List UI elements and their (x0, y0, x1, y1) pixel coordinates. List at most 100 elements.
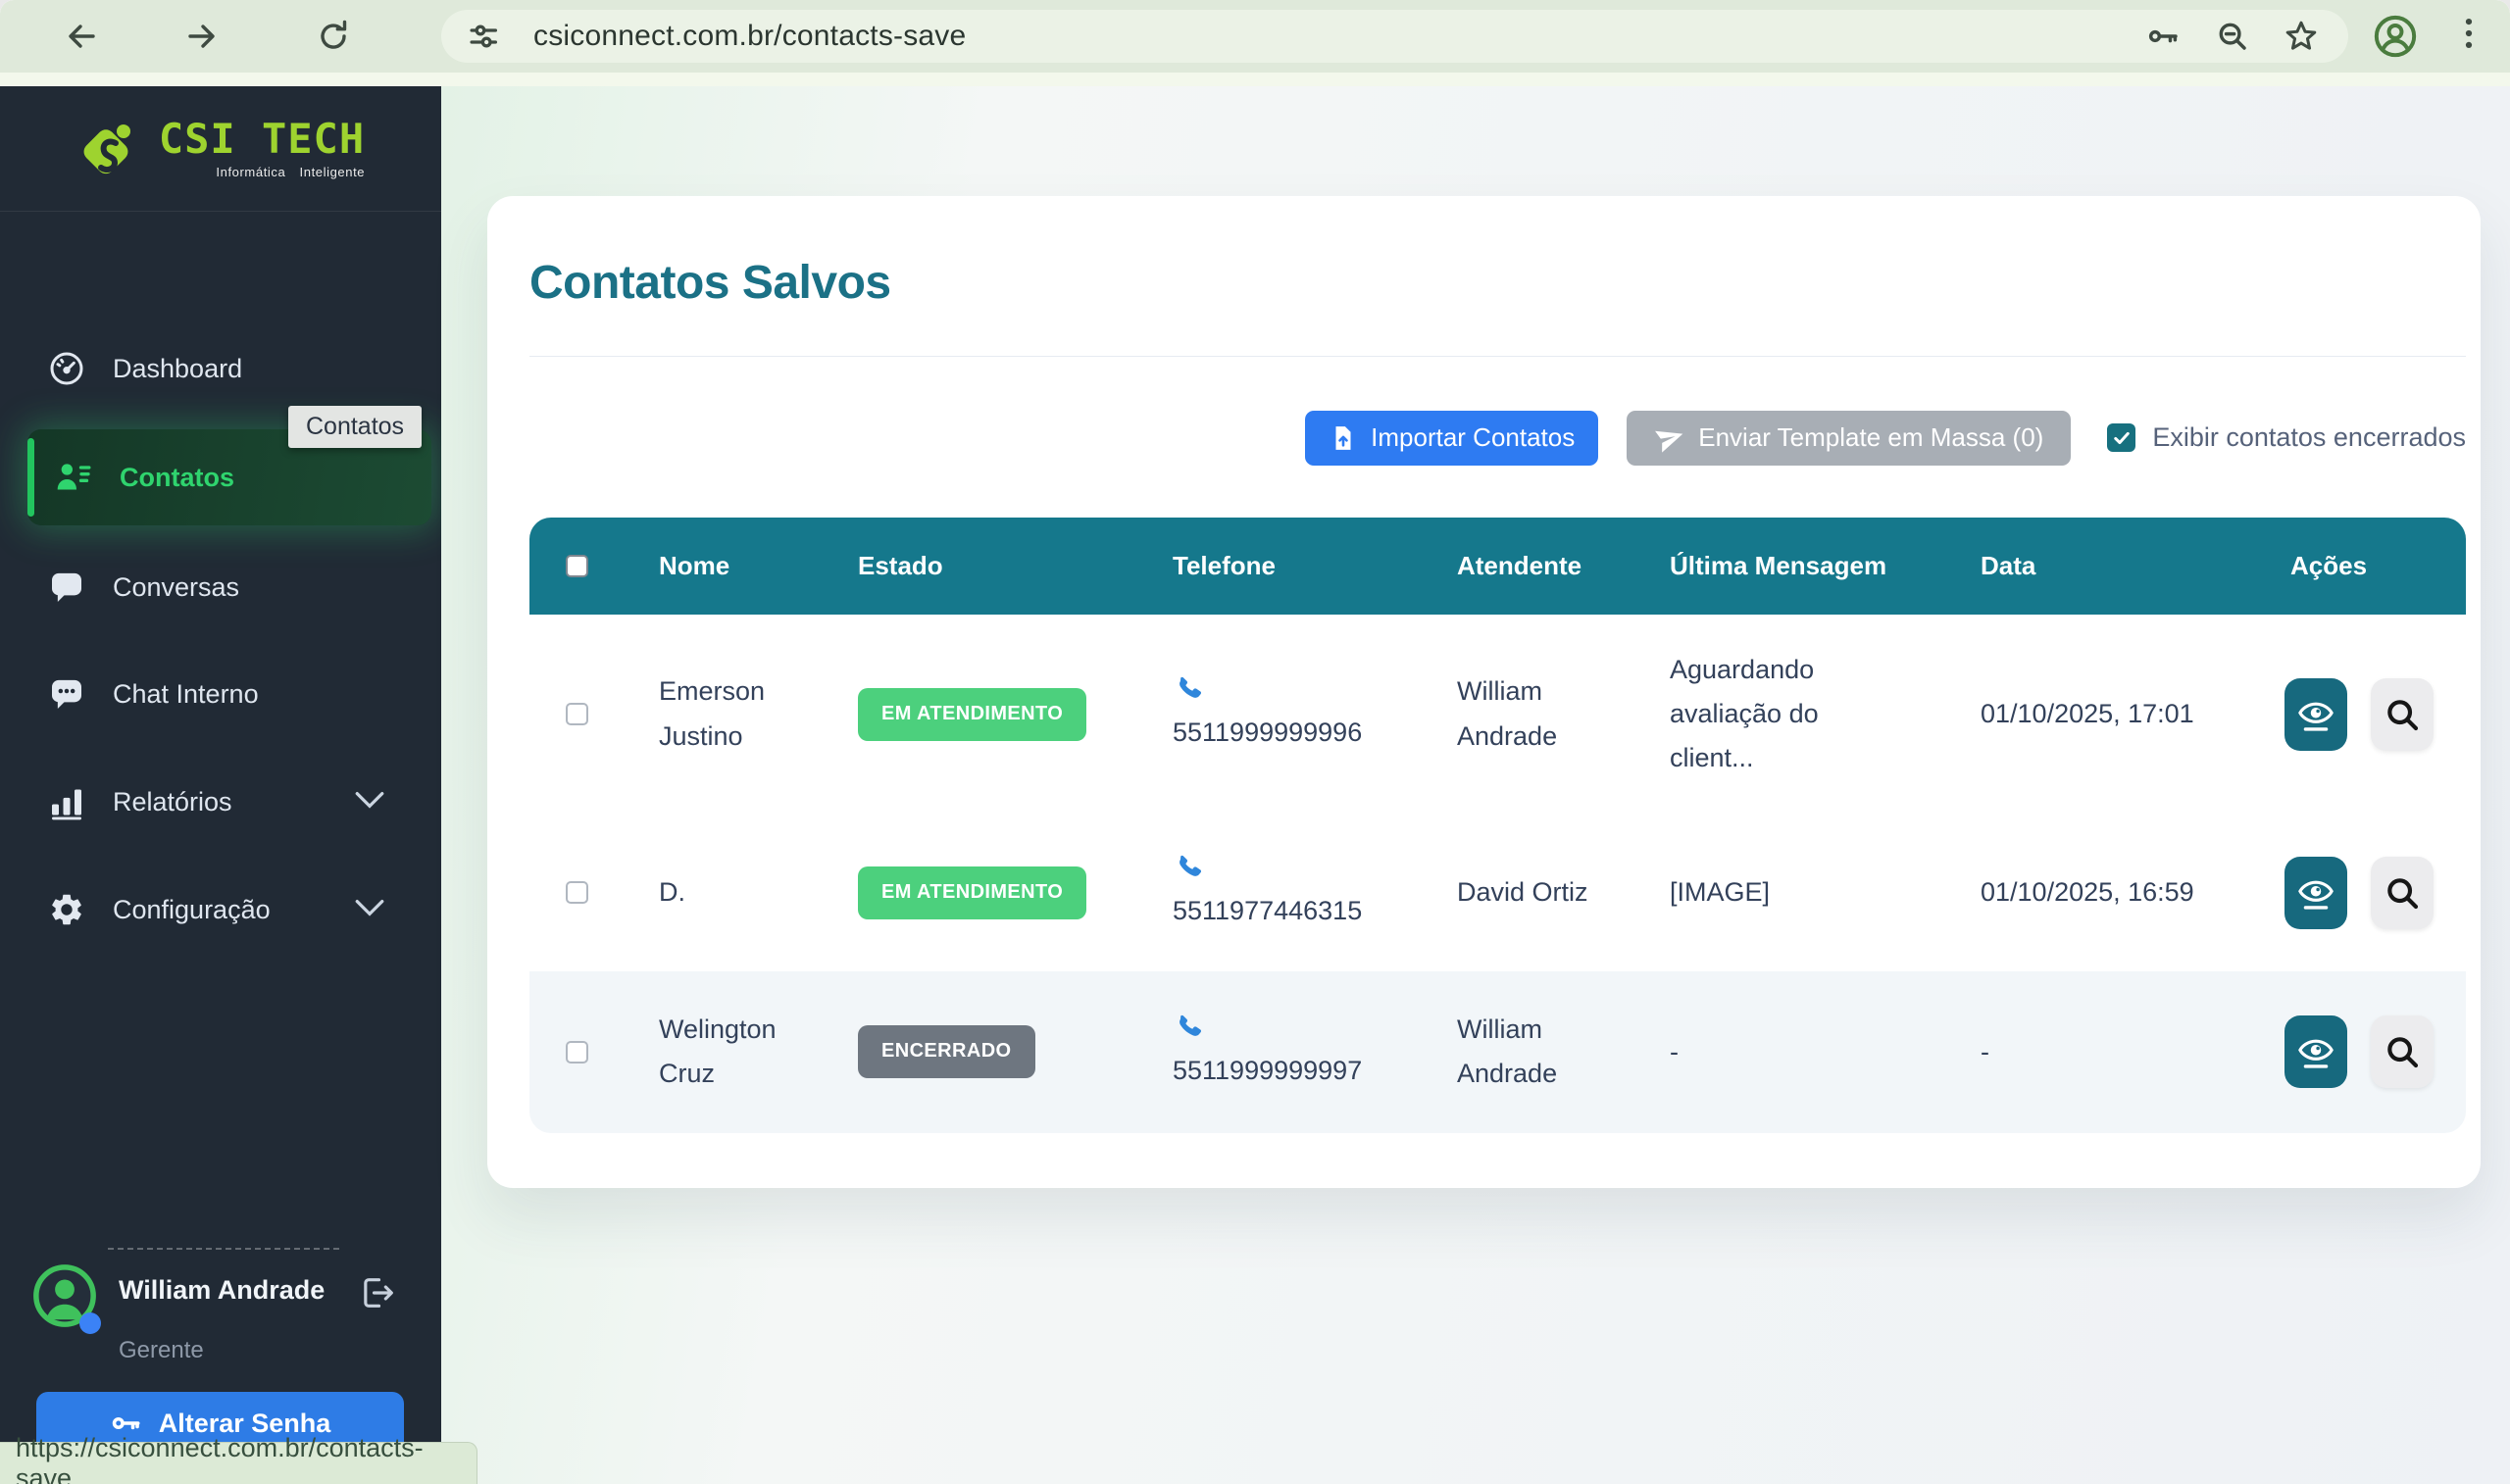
chat-bubble-icon (47, 568, 86, 607)
sidebar-item-label: Relatórios (113, 787, 232, 817)
back-arrow-icon (59, 15, 102, 58)
address-bar[interactable]: csiconnect.com.br/contacts-save (441, 10, 2348, 63)
contact-name: Emerson Justino (659, 669, 821, 759)
reload-icon (312, 15, 355, 58)
sidebar-item-configuracao[interactable]: Configuração (0, 878, 441, 941)
show-closed-checkbox[interactable] (2107, 423, 2135, 452)
send-bulk-template-button[interactable]: Enviar Template em Massa (0) (1627, 411, 2071, 466)
contacts-table: Nome Estado Telefone Atendente Última Me… (529, 518, 2466, 1133)
last-message: [IMAGE] (1670, 870, 1856, 915)
page-title: Contatos Salvos (529, 257, 2466, 310)
send-bulk-template-label: Enviar Template em Massa (0) (1698, 422, 2043, 453)
table-row: Welington Cruz ENCERRADO 5511999999997 W… (529, 971, 2466, 1133)
sidebar-item-relatorios[interactable]: Relatórios (0, 770, 441, 833)
table-header-row: Nome Estado Telefone Atendente Última Me… (529, 518, 2466, 615)
contatos-tooltip: Contatos (288, 406, 422, 448)
import-file-icon (1329, 423, 1358, 453)
show-closed-label: Exibir contatos encerrados (2152, 422, 2466, 453)
contact-date: 01/10/2025, 17:01 (1981, 692, 2284, 736)
phone-icon (1173, 673, 1204, 705)
zoom-out-icon[interactable] (2215, 19, 2250, 54)
password-key-icon[interactable] (2146, 19, 2182, 54)
search-icon (2383, 695, 2422, 734)
logo-subtitle: Informática Inteligente (216, 165, 365, 179)
eye-preview-icon (2295, 1031, 2336, 1072)
chevron-down-icon[interactable] (353, 895, 386, 925)
eye-preview-icon (2295, 872, 2336, 914)
logo: CSI TECH Informática Inteligente (0, 86, 441, 212)
browser-forward-button[interactable] (176, 9, 230, 64)
contact-phone: 5511999999996 (1173, 711, 1362, 755)
search-contact-button[interactable] (2371, 678, 2434, 751)
header-telefone: Telefone (1173, 551, 1457, 581)
sidebar-item-label: Conversas (113, 572, 239, 603)
header-data: Data (1981, 551, 2284, 581)
bookmark-star-icon[interactable] (2284, 19, 2319, 54)
sidebar-item-label: Dashboard (113, 354, 242, 384)
contact-agent: William Andrade (1457, 669, 1589, 759)
main-area: Contatos Salvos Importar Contatos Enviar… (441, 86, 2510, 1484)
sidebar-item-dashboard[interactable]: Dashboard (0, 337, 441, 400)
contact-agent: William Andrade (1457, 1008, 1589, 1097)
view-contact-button[interactable] (2284, 857, 2347, 929)
sidebar-item-conversas[interactable]: Conversas (0, 556, 441, 618)
sidebar-user-section: William Andrade Gerente Alterar Senha (0, 1248, 441, 1455)
sidebar-item-chat-interno[interactable]: Chat Interno (0, 663, 441, 725)
row-checkbox[interactable] (566, 703, 588, 725)
csi-tech-logo-icon (76, 116, 143, 182)
eye-preview-icon (2295, 694, 2336, 735)
menu-dots-icon (2447, 12, 2490, 55)
chat-dots-icon (47, 674, 86, 714)
search-contact-button[interactable] (2371, 857, 2434, 929)
contact-name: Welington Cruz (659, 1008, 821, 1097)
table-row: Emerson Justino EM ATENDIMENTO 551199999… (529, 615, 2466, 815)
sidebar-item-label: Contatos (120, 463, 234, 493)
phone-icon (1173, 1012, 1204, 1043)
row-checkbox[interactable] (566, 1041, 588, 1064)
tune-icon[interactable] (465, 18, 502, 55)
avatar (32, 1263, 97, 1328)
browser-menu-button[interactable] (2447, 12, 2490, 55)
last-message: Aguardando avaliação do client... (1670, 648, 1856, 781)
gear-icon (47, 890, 86, 929)
chevron-down-icon[interactable] (353, 787, 386, 817)
check-icon (2112, 428, 2132, 448)
header-nome: Nome (659, 551, 858, 581)
url-text[interactable]: csiconnect.com.br/contacts-save (533, 20, 966, 53)
contact-phone: 5511977446315 (1173, 889, 1362, 933)
search-contact-button[interactable] (2371, 1015, 2434, 1088)
import-contacts-label: Importar Contatos (1371, 422, 1575, 453)
contacts-card: Contatos Salvos Importar Contatos Enviar… (487, 196, 2481, 1188)
row-checkbox[interactable] (566, 881, 588, 904)
status-bar-url: https://csiconnect.com.br/contacts-save (0, 1442, 477, 1484)
logo-title: CSI TECH (159, 119, 365, 160)
app-window: csiconnect.com.br/contacts-save CSI TECH (0, 0, 2510, 1484)
header-atendente: Atendente (1457, 551, 1670, 581)
contact-date: - (1981, 1030, 2284, 1074)
sidebar: CSI TECH Informática Inteligente Dashboa… (0, 86, 441, 1484)
sidebar-item-label: Chat Interno (113, 679, 259, 710)
status-badge: EM ATENDIMENTO (858, 688, 1086, 741)
browser-reload-button[interactable] (306, 9, 361, 64)
contact-name: D. (659, 870, 821, 915)
sidebar-item-label: Configuração (113, 895, 271, 925)
gauge-icon (47, 349, 86, 388)
browser-profile-button[interactable] (2371, 12, 2420, 61)
view-contact-button[interactable] (2284, 1015, 2347, 1088)
forward-arrow-icon (181, 15, 225, 58)
user-role: Gerente (119, 1337, 325, 1364)
header-acoes: Ações (2284, 551, 2466, 581)
phone-icon (1173, 852, 1204, 883)
toolbar-divider (0, 73, 2510, 86)
browser-back-button[interactable] (53, 9, 108, 64)
browser-toolbar: csiconnect.com.br/contacts-save (0, 0, 2510, 73)
table-row: D. EM ATENDIMENTO 5511977446315 David Or… (529, 815, 2466, 971)
view-contact-button[interactable] (2284, 678, 2347, 751)
import-contacts-button[interactable]: Importar Contatos (1305, 411, 1598, 466)
logout-icon[interactable] (357, 1273, 396, 1317)
status-badge: EM ATENDIMENTO (858, 866, 1086, 919)
divider (529, 356, 2466, 357)
contact-phone: 5511999999997 (1173, 1049, 1362, 1093)
header-ultima-mensagem: Última Mensagem (1670, 551, 1981, 581)
select-all-checkbox[interactable] (566, 555, 588, 577)
